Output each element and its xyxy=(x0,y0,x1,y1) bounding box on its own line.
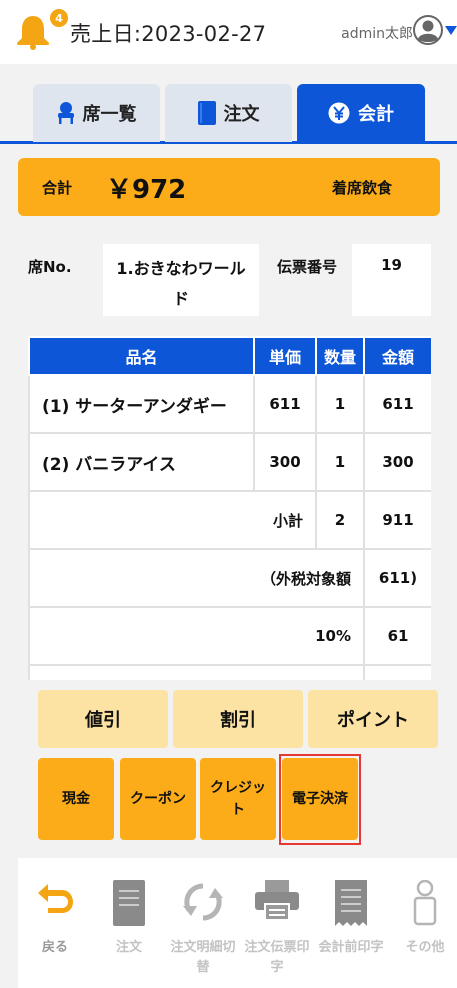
subtotal-amount: 911 xyxy=(363,490,431,550)
percent-discount-button[interactable]: 割引 xyxy=(173,690,303,748)
return-arrow-icon xyxy=(38,884,73,913)
slip-number-value: 19 xyxy=(352,244,431,316)
nav-label: その他 xyxy=(405,940,445,955)
tax-row: 10% 61 xyxy=(28,606,431,666)
print-order-slip-button[interactable]: 注文伝票印字 xyxy=(240,858,314,988)
person-icon xyxy=(413,880,437,926)
order-table: 品名 単価 数量 金額 (1) サーターアンダギー 611 1 611 (2) … xyxy=(28,336,431,680)
other-button[interactable]: その他 xyxy=(388,858,457,988)
bell-icon[interactable] xyxy=(16,14,50,50)
app-header: 4 売上日:2023-02-27 admin太郎 xyxy=(0,0,457,64)
subtotal-row: 小計 2 911 xyxy=(28,490,431,550)
seat-label: 席No. xyxy=(28,258,72,276)
pre-checkout-print-button[interactable]: 会計前印字 xyxy=(314,858,388,988)
printer-icon xyxy=(255,880,299,920)
total-bar: 合計 ￥972 着席飲食 xyxy=(18,158,440,216)
column-header-amount: 金額 xyxy=(363,336,431,376)
table-row[interactable]: (1) サーターアンダギー 611 1 611 xyxy=(28,374,431,434)
receipt-icon xyxy=(335,880,367,926)
discount-buttons: 値引 割引 ポイント xyxy=(38,690,438,748)
column-header-item: 品名 xyxy=(28,336,255,376)
item-amount: 300 xyxy=(363,432,431,492)
credit-button[interactable]: クレジット xyxy=(200,758,276,840)
refresh-icon xyxy=(183,883,223,921)
nav-label: 会計前印字 xyxy=(318,940,384,955)
seat-value: 1.おきなわワールド xyxy=(103,244,259,316)
item-name: (1) サーターアンダギー xyxy=(28,374,255,434)
chevron-down-icon[interactable] xyxy=(445,26,457,36)
cash-button[interactable]: 現金 xyxy=(38,758,114,840)
nav-label: 注文 xyxy=(115,940,142,955)
item-price: 300 xyxy=(253,432,317,492)
taxable-amount: 611) xyxy=(363,548,431,608)
nav-label: 注文伝票印字 xyxy=(244,940,310,975)
subtotal-label: 小計 xyxy=(28,490,317,550)
bottom-nav: 戻る 注文 注文明細切替 注文伝票印字 会計前印字 その他 xyxy=(18,858,457,988)
coupon-button[interactable]: クーポン xyxy=(120,758,196,840)
slip-number-label: 伝票番号 xyxy=(277,258,338,276)
tax-amount: 61 xyxy=(363,606,431,666)
point-button[interactable]: ポイント xyxy=(308,690,438,748)
back-button[interactable]: 戻る xyxy=(18,858,92,988)
order-table-wrap[interactable]: 品名 単価 数量 金額 (1) サーターアンダギー 611 1 611 (2) … xyxy=(28,336,431,680)
item-price: 611 xyxy=(253,374,317,434)
tab-label: 会計 xyxy=(358,104,394,125)
table-row[interactable]: (2) バニラアイス 300 1 300 xyxy=(28,432,431,492)
column-header-price: 単価 xyxy=(253,336,317,376)
item-amount: 611 xyxy=(363,374,431,434)
subtotal-qty: 2 xyxy=(315,490,365,550)
tab-bar: 席一覧 注文 会計 xyxy=(0,82,457,144)
tab-label: 注文 xyxy=(223,104,260,125)
dine-type: 着席飲食 xyxy=(331,179,392,197)
chair-icon xyxy=(57,102,74,124)
empty-cell xyxy=(363,664,431,680)
tax-rate: 10% xyxy=(28,606,365,666)
table-row-partial xyxy=(28,664,431,680)
total-label: 合計 xyxy=(42,179,73,197)
tab-order[interactable]: 注文 xyxy=(165,84,292,142)
sales-date: 売上日:2023-02-27 xyxy=(70,22,267,46)
item-qty: 1 xyxy=(315,374,365,434)
tab-seat-list[interactable]: 席一覧 xyxy=(33,84,160,142)
avatar-icon[interactable] xyxy=(413,15,443,45)
selection-highlight xyxy=(279,754,361,845)
tab-label: 席一覧 xyxy=(82,104,137,125)
nav-label: 注文明細切替 xyxy=(170,940,236,975)
yen-coin-icon xyxy=(328,102,350,124)
item-name: (2) バニラアイス xyxy=(28,432,255,492)
column-header-qty: 数量 xyxy=(315,336,365,376)
total-amount: ￥972 xyxy=(106,175,187,205)
document-icon xyxy=(113,880,145,926)
user-name[interactable]: admin太郎 xyxy=(341,23,413,43)
notification-badge: 4 xyxy=(48,7,70,29)
book-icon xyxy=(197,101,216,125)
table-header-row: 品名 単価 数量 金額 xyxy=(28,336,431,376)
tab-checkout[interactable]: 会計 xyxy=(297,84,425,142)
toggle-order-detail-button[interactable]: 注文明細切替 xyxy=(166,858,240,988)
empty-cell xyxy=(28,664,365,680)
item-qty: 1 xyxy=(315,432,365,492)
price-discount-button[interactable]: 値引 xyxy=(38,690,168,748)
order-nav-button[interactable]: 注文 xyxy=(92,858,166,988)
nav-label: 戻る xyxy=(41,940,68,955)
taxable-label: （外税対象額 xyxy=(28,548,365,608)
taxable-row: （外税対象額 611) xyxy=(28,548,431,608)
